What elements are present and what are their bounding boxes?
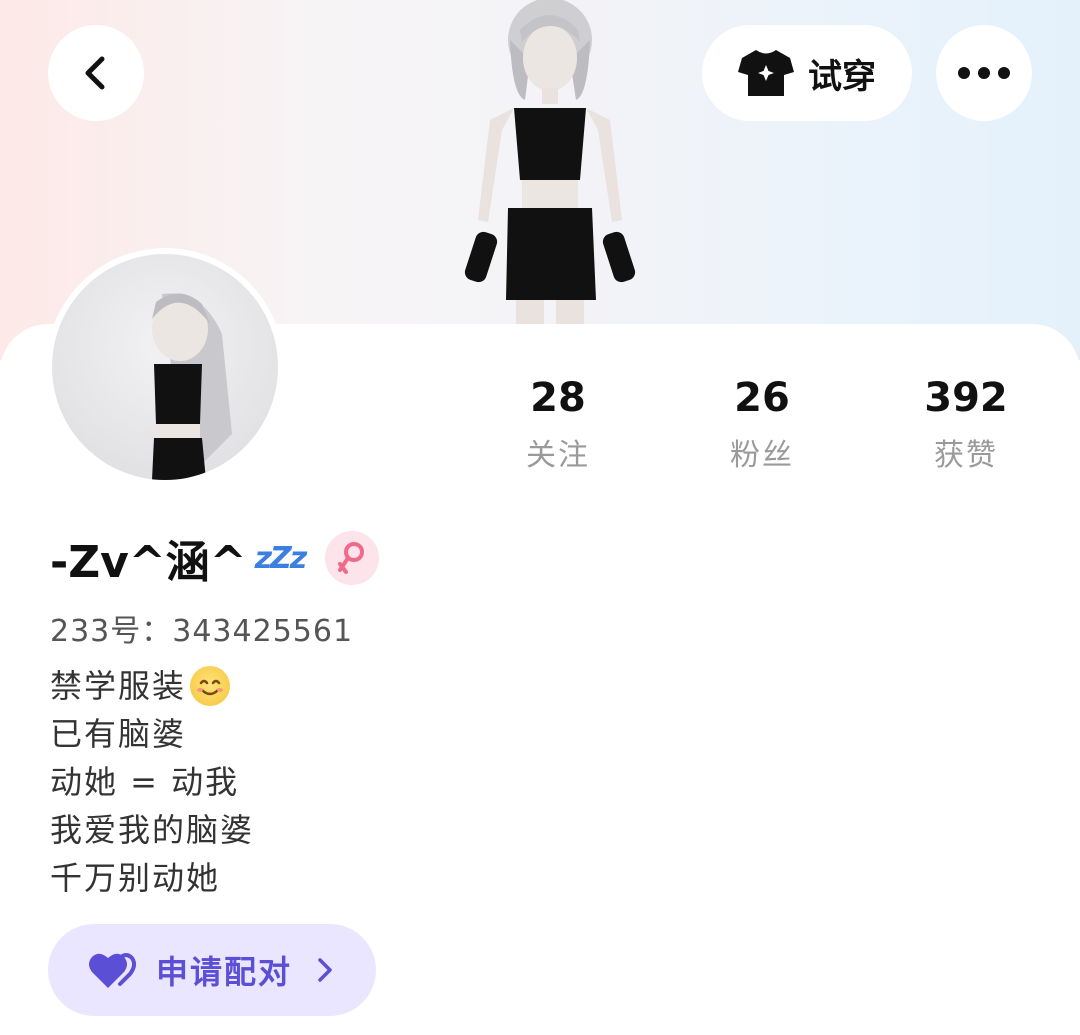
bio-line: 禁学服装	[50, 662, 254, 710]
more-button[interactable]	[936, 25, 1032, 121]
more-dots-icon	[958, 67, 1010, 79]
heart-pair-icon	[89, 953, 136, 988]
sleeping-status-icon: zZz	[254, 540, 308, 576]
stat-following-count: 28	[530, 375, 586, 421]
smile-emoji-icon	[190, 666, 231, 706]
bio-line: 我爱我的脑婆	[50, 811, 255, 849]
avatar-3d-figure	[464, 0, 636, 330]
avatar-image	[152, 293, 232, 480]
user-id: 233号：343425561	[50, 614, 354, 649]
chevron-left-icon	[85, 56, 105, 90]
back-button[interactable]	[48, 25, 144, 121]
stat-likes[interactable]: 392 获赞	[891, 372, 1041, 474]
stat-following[interactable]: 28 关注	[483, 372, 633, 474]
try-on-button[interactable]: 试穿	[702, 25, 912, 121]
stat-followers[interactable]: 26 粉丝	[687, 372, 837, 474]
gender-female-icon	[325, 531, 380, 585]
stat-followers-label: 粉丝	[730, 438, 794, 473]
stat-following-label: 关注	[526, 438, 590, 473]
stat-likes-label: 获赞	[934, 438, 998, 473]
nickname-row: -Zv^涵^ zZz	[50, 530, 380, 588]
request-pairing-button[interactable]: 申请配对	[48, 924, 376, 1016]
tshirt-icon	[738, 50, 794, 96]
bio-line: 动她 = 动我	[50, 763, 240, 801]
nickname: -Zv^涵^	[50, 537, 247, 588]
bio: 禁学服装 已有脑婆 动她 = 动我 我爱我的脑婆 千万别动她	[50, 662, 254, 902]
avatar[interactable]	[46, 248, 284, 486]
bio-line: 已有脑婆	[50, 715, 187, 753]
request-pairing-label: 申请配对	[156, 953, 293, 991]
bio-line-text: 禁学服装	[50, 667, 187, 705]
try-on-label: 试穿	[808, 56, 876, 97]
stat-followers-count: 26	[734, 375, 790, 421]
bio-line: 千万别动她	[50, 859, 221, 897]
stat-likes-count: 392	[924, 375, 1008, 421]
chevron-right-icon	[318, 958, 332, 982]
